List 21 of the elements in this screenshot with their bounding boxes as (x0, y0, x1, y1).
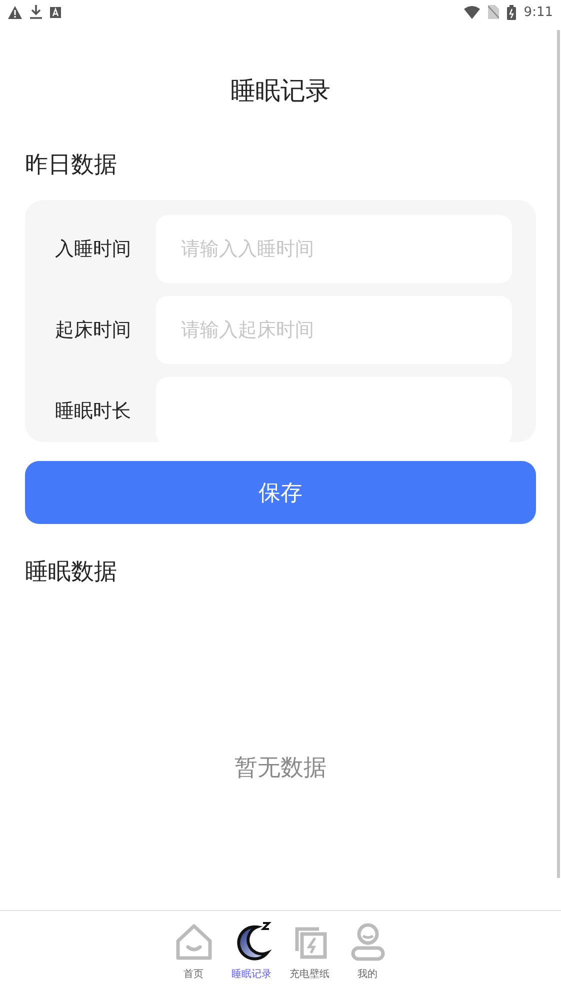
no-sim-icon (488, 5, 499, 19)
battery-icon (506, 4, 516, 20)
section-heading: 昨日数据 (25, 151, 117, 180)
nav-tab[interactable]: 首页 (172, 921, 216, 999)
status-time: 9:11 (524, 4, 553, 20)
warning-icon (8, 6, 22, 18)
save-button[interactable]: 保存 (25, 461, 536, 524)
download-icon (30, 5, 42, 19)
field-label: 入睡时间 (55, 237, 132, 262)
font-icon (50, 6, 61, 18)
empty-message: 暂无数据 (234, 754, 326, 783)
field-label: 起床时间 (55, 318, 132, 343)
input-field[interactable]: 请输入入睡时间 (156, 215, 512, 283)
section-heading: 睡眠数据 (25, 558, 117, 587)
page-title: 睡眠记录 (230, 75, 330, 107)
wifi-icon (464, 6, 480, 18)
input-field[interactable]: 请输入起床时间 (156, 296, 512, 364)
nav-tab[interactable]: 睡眠记录 (230, 921, 274, 999)
nav-tab[interactable]: 充电壁纸 (288, 921, 332, 999)
field-label: 睡眠时长 (55, 399, 132, 424)
nav-tab[interactable]: 我的 (346, 921, 390, 999)
